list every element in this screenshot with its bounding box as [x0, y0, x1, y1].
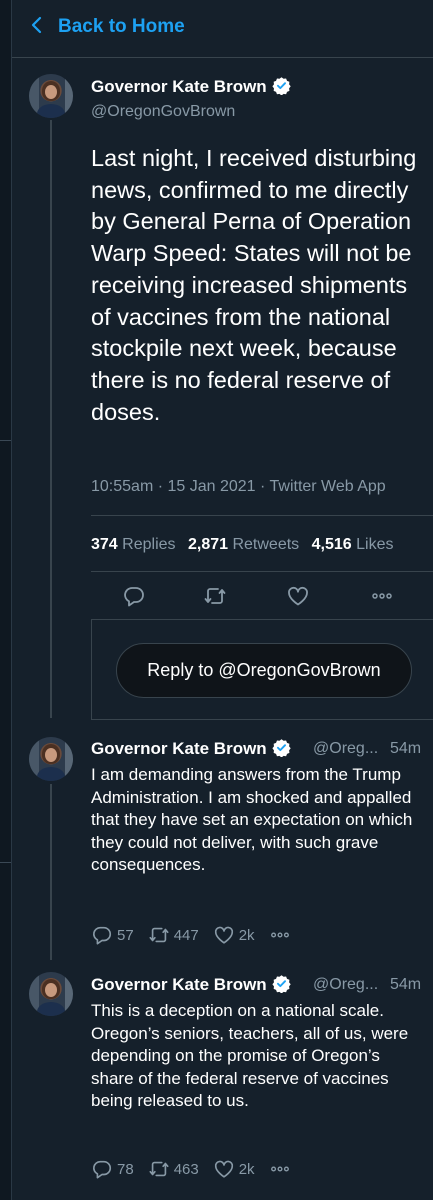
more-icon: [270, 932, 289, 938]
reply-button[interactable]: 57: [91, 924, 134, 946]
likes-count[interactable]: 4,516: [312, 536, 352, 553]
left-edge-divider: [11, 0, 12, 1200]
more-button[interactable]: [269, 1158, 295, 1180]
stats-divider-top: [91, 515, 433, 516]
heart-icon: [214, 926, 233, 944]
tweet-meta: 10:55am · 15 Jan 2021 · Twitter Web App: [91, 478, 386, 495]
reply-button[interactable]: 78: [91, 1158, 134, 1180]
reply-icon[interactable]: [122, 584, 146, 608]
verified-badge-icon: [272, 739, 291, 757]
reply-icon: [92, 1160, 112, 1179]
tweet-text: Last night, I received disturbing news, …: [91, 145, 417, 425]
reply-icon: [92, 926, 112, 945]
reply-count: 78: [117, 1160, 134, 1178]
author-name[interactable]: Governor Kate Brown: [91, 76, 291, 97]
author-handle[interactable]: @Oreg...: [313, 740, 378, 758]
likes-label[interactable]: Likes: [356, 536, 393, 553]
retweets-label[interactable]: Retweets: [232, 536, 299, 553]
reply-count: 57: [117, 926, 134, 944]
retweet-button[interactable]: 463: [148, 1158, 199, 1180]
tweet-stats: 374 Replies 2,871 Retweets 4,516 Likes: [91, 536, 401, 554]
tweet-time[interactable]: 54m: [390, 740, 421, 758]
tweet-actions: 78 463 2k: [91, 1158, 309, 1180]
header-divider: [12, 57, 433, 58]
like-button[interactable]: 2k: [213, 1158, 255, 1180]
retweet-icon: [149, 1161, 169, 1177]
tweet-text: This is a deception on a national scale.…: [91, 1001, 409, 1110]
author-name[interactable]: Governor Kate Brown: [91, 974, 291, 995]
retweet-icon: [149, 927, 169, 943]
author-name-text: Governor Kate Brown: [91, 975, 267, 994]
retweet-count: 463: [173, 1160, 199, 1178]
tweet-text: I am demanding answers from the Trump Ad…: [91, 765, 413, 874]
chevron-left-icon: [28, 16, 46, 39]
back-to-home-button[interactable]: Back to Home: [28, 12, 185, 42]
more-icon: [270, 1166, 289, 1172]
avatar[interactable]: [29, 737, 73, 781]
verified-badge-icon: [272, 975, 291, 993]
stats-divider-bottom: [91, 571, 433, 572]
retweet-count: 447: [173, 926, 199, 944]
more-button[interactable]: [269, 924, 295, 946]
retweet-button[interactable]: 447: [148, 924, 199, 946]
author-handle[interactable]: @Oreg...: [313, 976, 378, 994]
author-name-text: Governor Kate Brown: [91, 77, 267, 96]
back-to-home-label: Back to Home: [58, 16, 185, 37]
author-name-text: Governor Kate Brown: [91, 739, 267, 758]
thread-connector-line: [50, 784, 52, 960]
tweet-time[interactable]: 54m: [390, 976, 421, 994]
like-button[interactable]: 2k: [213, 924, 255, 946]
left-edge-tick: [0, 862, 11, 863]
thread-connector-line: [50, 120, 52, 718]
author-handle[interactable]: @OregonGovBrown: [91, 103, 235, 121]
more-icon[interactable]: [370, 584, 394, 608]
author-name[interactable]: Governor Kate Brown: [91, 738, 291, 759]
verified-badge-icon: [272, 77, 291, 95]
reply-to-button[interactable]: Reply to @OregonGovBrown: [116, 643, 412, 698]
heart-icon: [214, 1160, 233, 1178]
replies-count[interactable]: 374: [91, 536, 118, 553]
tweet-actions: 57 447 2k: [91, 924, 309, 946]
left-edge-tick: [0, 440, 11, 441]
avatar[interactable]: [29, 972, 73, 1016]
heart-icon[interactable]: [286, 584, 310, 608]
replies-label[interactable]: Replies: [122, 536, 175, 553]
retweet-icon[interactable]: [203, 584, 227, 608]
like-count: 2k: [238, 926, 255, 944]
retweets-count[interactable]: 2,871: [188, 536, 228, 553]
like-count: 2k: [238, 1160, 255, 1178]
avatar[interactable]: [29, 74, 73, 118]
